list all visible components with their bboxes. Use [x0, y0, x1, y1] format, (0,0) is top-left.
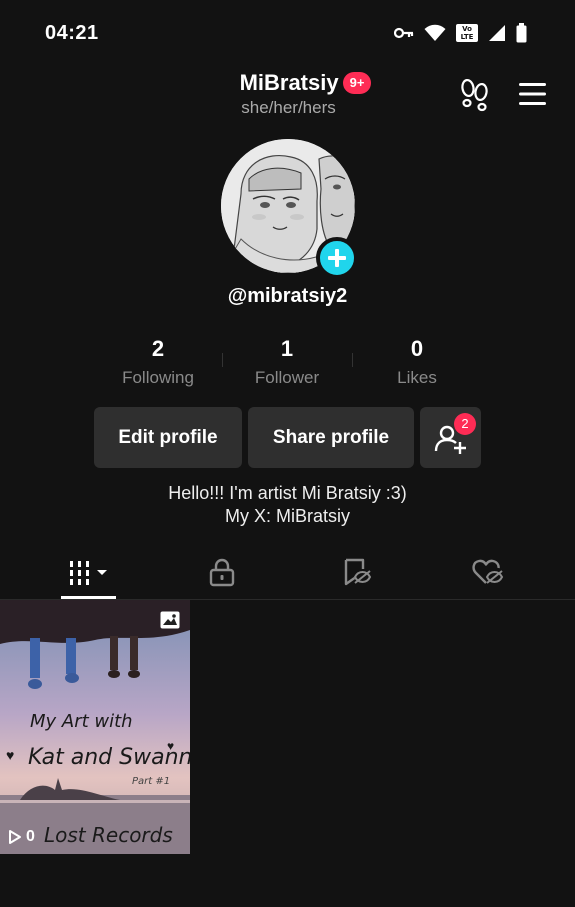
share-profile-button[interactable]: Share profile	[248, 407, 414, 468]
post-view-count: 0	[8, 828, 35, 846]
heart-decoration-icon: ♥	[167, 739, 174, 753]
post-caption-line3: Lost Records	[44, 823, 173, 847]
stat-likes-value: 0	[410, 336, 424, 361]
status-icons: Vo LTE	[394, 22, 527, 44]
post-caption-part: Part #1	[132, 776, 170, 787]
add-story-button[interactable]	[316, 237, 358, 279]
username[interactable]: MiBratsiy	[204, 70, 339, 96]
stat-following-label: Following	[122, 368, 194, 387]
stat-following[interactable]: 2 Following	[93, 335, 223, 388]
avatar-add-plus-icon	[328, 249, 346, 267]
photo-icon	[160, 611, 180, 629]
stat-followers-value: 1	[280, 336, 294, 361]
signal-icon	[488, 24, 506, 42]
vpn-key-icon	[394, 27, 414, 39]
stat-followers-label: Follower	[254, 368, 320, 387]
tab-liked[interactable]	[460, 545, 515, 599]
tab-private[interactable]	[194, 545, 249, 599]
chevron-down-icon	[96, 570, 107, 575]
profile-stats: 2 Following 1 Follower 0 Likes	[0, 335, 575, 395]
profile-handle: @mibratsiy2	[227, 285, 348, 307]
profile-bio: Hello!!! I'm artist Mi Bratsiy :3) My X:…	[0, 482, 575, 528]
status-time: 04:21	[45, 22, 99, 44]
profile-tabs	[0, 545, 575, 600]
heart-decoration-icon: ♥	[6, 747, 14, 763]
menu-icon[interactable]	[518, 80, 548, 108]
post-thumbnail[interactable]: My Art with Kat and Swann Part #1 Lost R…	[0, 600, 190, 854]
post-caption-line1: My Art with	[30, 711, 133, 732]
add-friends-badge: 2	[454, 413, 476, 435]
tab-saved[interactable]	[328, 545, 383, 599]
add-friends-button[interactable]: 2	[420, 407, 481, 468]
stat-followers[interactable]: 1 Follower	[222, 335, 352, 388]
status-bar: 04:21 Vo LTE	[0, 0, 575, 66]
play-icon	[9, 830, 21, 844]
bio-line: Hello!!! I'm artist Mi Bratsiy :3)	[168, 483, 407, 503]
battery-icon	[516, 23, 527, 43]
post-views-value: 0	[26, 828, 35, 845]
post-caption-line2: Kat and Swann	[28, 745, 190, 770]
liked-hidden-icon	[471, 559, 503, 584]
volte-icon: Vo LTE	[456, 24, 478, 42]
tab-selected-indicator	[61, 596, 116, 599]
wifi-icon	[424, 24, 446, 42]
videos-grid-icon	[69, 561, 107, 585]
profile-header: MiBratsiy 9+ she/her/hers	[0, 66, 575, 126]
stat-likes-label: Likes	[397, 368, 437, 387]
saved-hidden-icon	[344, 558, 371, 586]
stat-likes[interactable]: 0 Likes	[352, 335, 482, 388]
stat-following-value: 2	[151, 336, 165, 361]
lock-icon	[209, 558, 234, 587]
tab-videos[interactable]	[61, 545, 116, 599]
edit-profile-button[interactable]: Edit profile	[94, 407, 242, 468]
footprints-icon[interactable]	[458, 78, 492, 112]
notification-badge: 9+	[342, 72, 372, 94]
bio-line[interactable]: My X: MiBratsiy	[0, 505, 575, 528]
